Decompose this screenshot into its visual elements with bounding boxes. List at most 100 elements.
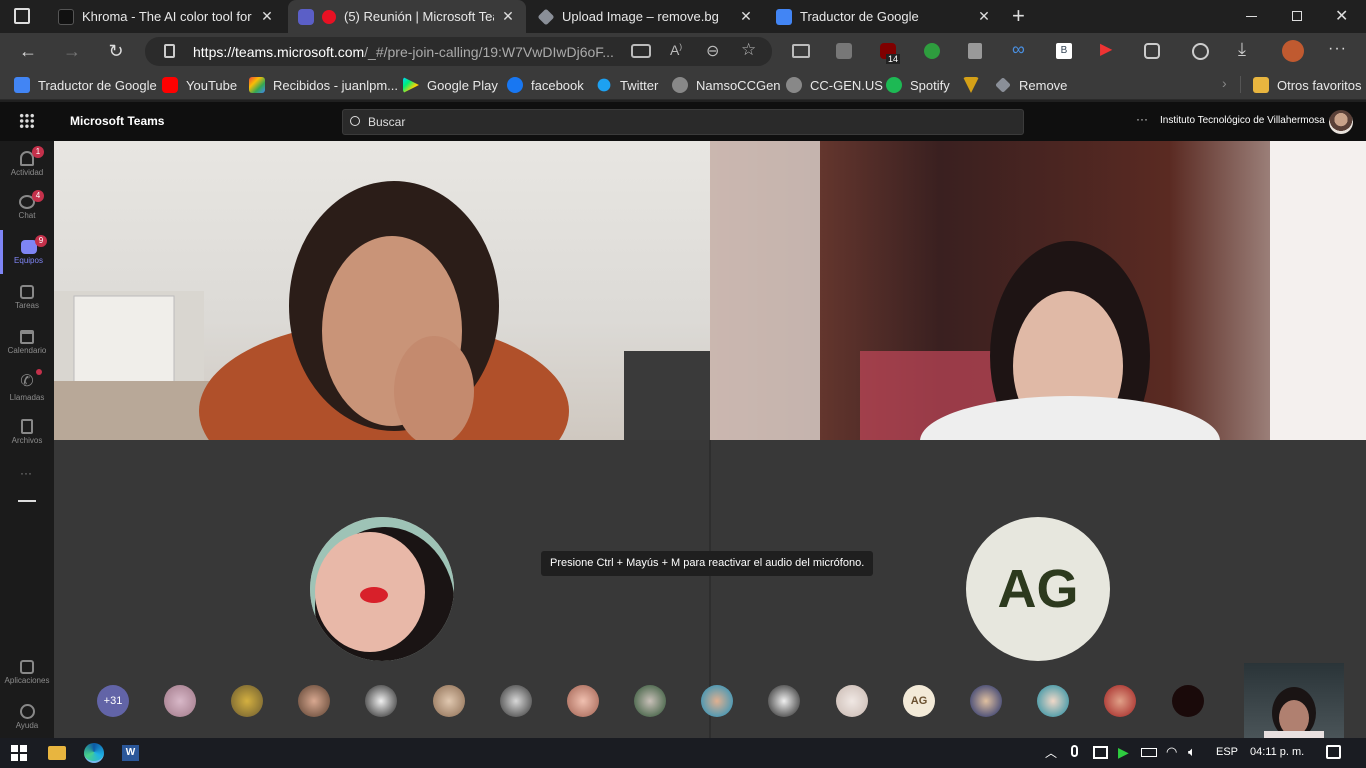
bookmark-namsoccgen[interactable]: NamsoCCGen — [672, 75, 781, 95]
extension-link-icon[interactable]: ∞ — [1012, 39, 1032, 59]
file-explorer-icon[interactable] — [48, 746, 66, 760]
bookmark-other-favorites[interactable]: Otros favoritos — [1253, 75, 1362, 95]
extension-media-icon[interactable]: ▶ — [1100, 39, 1120, 59]
search-input[interactable]: Buscar — [342, 109, 1024, 135]
windows-start-icon[interactable] — [11, 745, 27, 761]
participant-avatar-photo[interactable] — [310, 517, 454, 661]
forward-arrow-icon[interactable]: → — [60, 39, 84, 63]
bookmark-youtube[interactable]: YouTube — [162, 75, 237, 95]
extension-gallery-icon[interactable] — [836, 43, 852, 59]
more-apps-icon[interactable]: ··· — [20, 466, 32, 480]
rail-item-llamadas[interactable]: ✆ Llamadas — [0, 365, 54, 409]
close-window-icon[interactable]: ✕ — [1335, 6, 1348, 26]
close-tab-icon[interactable]: ✕ — [738, 8, 754, 25]
profile-avatar[interactable] — [1282, 40, 1304, 62]
tab-google-translate[interactable]: Traductor de Google ✕ — [766, 0, 1002, 33]
tab-removebg[interactable]: Upload Image – remove.bg ✕ — [528, 0, 764, 33]
tab-actions-icon[interactable] — [14, 8, 30, 24]
participant-avatar[interactable] — [634, 685, 666, 717]
participant-avatar[interactable] — [701, 685, 733, 717]
participant-initials-avatar-small[interactable]: AG — [903, 685, 935, 717]
rail-item-ayuda[interactable]: Ayuda — [0, 694, 54, 738]
edge-browser-icon[interactable] — [84, 743, 104, 763]
extensions-puzzle-icon[interactable] — [1144, 43, 1160, 59]
globe-icon — [786, 77, 802, 93]
tab-teams-meeting[interactable]: (5) Reunión | Microsoft Teams ✕ — [288, 0, 526, 33]
wifi-icon[interactable]: ◠ — [1166, 744, 1177, 760]
bookmark-twitter[interactable]: Twitter — [596, 75, 658, 95]
unmute-shortcut-tooltip: Presione Ctrl + Mayús + M para reactivar… — [541, 551, 874, 576]
language-indicator[interactable]: ESP — [1216, 746, 1238, 758]
file-icon — [21, 419, 33, 434]
participant-avatar[interactable] — [1172, 685, 1204, 717]
extension-copy-icon[interactable] — [968, 43, 982, 59]
close-tab-icon[interactable]: ✕ — [500, 8, 516, 25]
self-view-video[interactable] — [1244, 663, 1344, 738]
screen-share-icon[interactable] — [1093, 746, 1108, 759]
bookmark-remove[interactable]: Remove — [995, 75, 1067, 95]
participant-avatar[interactable] — [164, 685, 196, 717]
participant-initials-avatar[interactable]: AG — [966, 517, 1110, 661]
participant-video-1[interactable] — [54, 141, 710, 440]
read-aloud-icon[interactable]: A) — [670, 42, 682, 58]
bookmark-spotify[interactable]: Spotify — [886, 75, 950, 95]
tab-khroma[interactable]: Khroma - The AI color tool for designers… — [48, 0, 285, 33]
bookmark-facebook[interactable]: facebook — [507, 75, 584, 95]
notifications-icon[interactable] — [1326, 745, 1341, 759]
new-tab-icon[interactable]: + — [1012, 5, 1025, 27]
picture-in-picture-icon[interactable] — [792, 44, 810, 58]
participant-avatar[interactable] — [970, 685, 1002, 717]
bookmark-gmail[interactable]: Recibidos - juanlpm... — [249, 75, 398, 95]
extension-b-icon[interactable]: B — [1056, 43, 1072, 59]
participant-video-2[interactable] — [710, 141, 1366, 440]
show-hidden-icons-icon[interactable]: ︿ — [1045, 744, 1057, 761]
rail-item-archivos[interactable]: Archivos — [0, 409, 54, 453]
battery-icon[interactable] — [1141, 748, 1157, 757]
participant-avatar[interactable] — [433, 685, 465, 717]
participant-avatar[interactable] — [836, 685, 868, 717]
rail-item-calendario[interactable]: Calendario — [0, 320, 54, 364]
participant-avatar[interactable] — [567, 685, 599, 717]
rail-item-actividad[interactable]: 1 Actividad — [0, 141, 54, 185]
rail-item-aplicaciones[interactable]: Aplicaciones — [0, 650, 54, 694]
user-avatar[interactable] — [1329, 110, 1353, 134]
close-tab-icon[interactable]: ✕ — [259, 8, 275, 25]
participant-avatar[interactable] — [1037, 685, 1069, 717]
volume-icon[interactable]: 🔈︎ — [1188, 744, 1196, 760]
participant-avatar[interactable] — [298, 685, 330, 717]
participant-avatar[interactable] — [1104, 685, 1136, 717]
close-tab-icon[interactable]: ✕ — [976, 8, 992, 25]
favorite-star-icon[interactable]: ☆ — [741, 40, 756, 60]
camera-blocked-icon[interactable] — [631, 44, 651, 58]
participant-avatar[interactable] — [768, 685, 800, 717]
extension-color-icon[interactable] — [924, 43, 940, 59]
play-app-icon[interactable]: ▶ — [1118, 744, 1129, 761]
bookmark-google-play[interactable]: Google Play — [403, 75, 498, 95]
minimize-icon[interactable] — [1246, 16, 1257, 17]
teams-header: Microsoft Teams Buscar ··· Instituto Tec… — [0, 102, 1366, 141]
rail-item-chat[interactable]: 4 Chat — [0, 185, 54, 229]
restore-icon[interactable] — [1292, 11, 1302, 21]
refresh-icon[interactable]: ↻ — [104, 39, 128, 63]
removebg-icon — [995, 77, 1011, 93]
bookmark-google-translate[interactable]: Traductor de Google — [14, 75, 157, 95]
participant-avatar[interactable] — [500, 685, 532, 717]
downloads-icon[interactable]: ⤓ — [1238, 39, 1246, 60]
bookmark-ccgen[interactable]: CC-GEN.US — [786, 75, 883, 95]
app-launcher-icon[interactable] — [19, 113, 35, 129]
microphone-icon[interactable] — [1071, 745, 1078, 757]
history-icon[interactable] — [1192, 43, 1209, 60]
back-arrow-icon[interactable]: ← — [16, 39, 40, 63]
participant-avatar[interactable] — [231, 685, 263, 717]
more-participants-badge[interactable]: +31 — [97, 685, 129, 717]
bookmark-unnamed[interactable] — [963, 75, 987, 95]
clock[interactable]: 04:11 p. m. — [1250, 746, 1304, 758]
more-options-icon[interactable]: ··· — [1136, 112, 1148, 126]
bookmarks-overflow-icon[interactable]: › — [1222, 75, 1227, 91]
rail-item-tareas[interactable]: Tareas — [0, 275, 54, 319]
word-icon[interactable]: W — [122, 745, 139, 761]
participant-avatar[interactable] — [365, 685, 397, 717]
browser-menu-icon[interactable]: ··· — [1328, 40, 1347, 58]
zoom-icon[interactable]: ⊖ — [706, 41, 719, 61]
rail-item-equipos[interactable]: 9 Equipos — [0, 230, 54, 274]
